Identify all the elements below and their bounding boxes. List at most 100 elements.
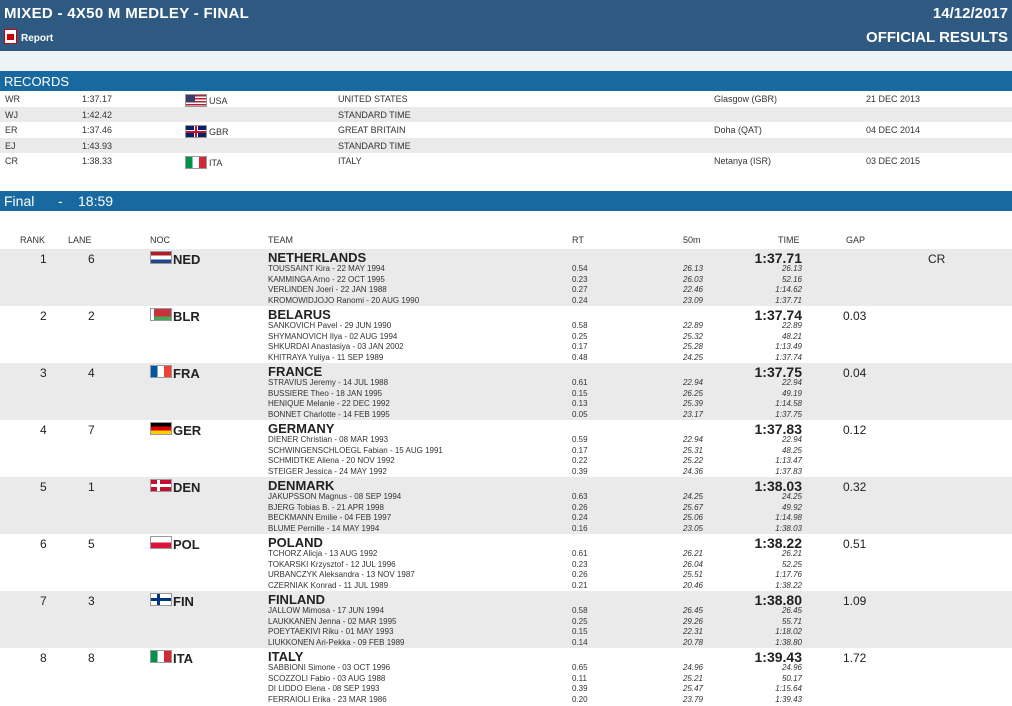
reaction-time: 0.65	[572, 663, 588, 672]
split-time: 25.67	[682, 502, 703, 512]
swimmer-name: SHYMANOVICH Ilya - 02 AUG 1994	[268, 331, 398, 341]
gap: 1.72	[843, 651, 867, 665]
lane: 5	[88, 537, 95, 551]
reaction-time: 0.26	[572, 570, 588, 579]
cumulative-time: 1:37.71	[775, 295, 802, 305]
reaction-time: 0.15	[572, 388, 588, 398]
cumulative-time: 1:14.98	[775, 513, 802, 522]
swimmer-name: BJERG Tobias B. - 21 APR 1998	[268, 502, 384, 512]
reaction-time: 0.27	[572, 285, 588, 294]
flag-ger	[150, 422, 172, 435]
rank: 7	[40, 594, 47, 608]
split-time: 20.46	[682, 580, 703, 590]
reaction-time: 0.16	[572, 523, 588, 533]
cumulative-time: 1:13.47	[775, 456, 802, 465]
record-code: WR	[5, 94, 20, 104]
cumulative-time: 55.71	[781, 616, 802, 626]
swimmer-name: SHKURDAI Anastasiya - 03 JAN 2002	[268, 342, 404, 351]
record-date: 04 DEC 2014	[866, 125, 921, 136]
swimmer-name: JAKUPSSON Magnus - 08 SEP 1994	[268, 492, 402, 501]
record-time: 1:38.33	[82, 156, 113, 167]
cumulative-time: 24.25	[781, 492, 802, 501]
reaction-time: 0.61	[572, 378, 588, 387]
team-name: FRANCE	[268, 364, 323, 379]
record-place: Glasgow (GBR)	[714, 94, 778, 104]
col-rank: RANK	[20, 235, 46, 245]
final-section-header: Final - 18:59	[0, 191, 1012, 211]
reaction-time: 0.17	[572, 445, 588, 455]
split-time: 20.78	[682, 637, 703, 647]
swimmer-name: SCOZZOLI Fabio - 03 AUG 1988	[268, 673, 386, 683]
record-team: STANDARD TIME	[338, 109, 411, 120]
reaction-time: 0.58	[572, 321, 588, 330]
swimmer-name: JALLOW Mimosa - 17 JUN 1994	[268, 606, 385, 615]
split-time: 25.22	[682, 456, 703, 465]
reaction-time: 0.39	[572, 466, 588, 476]
noc-code: GER	[173, 423, 202, 438]
final-title: Final	[4, 193, 35, 209]
report-link[interactable]: Report	[4, 29, 53, 44]
split-time: 26.03	[682, 274, 703, 284]
gap: 0.12	[843, 423, 867, 437]
cumulative-time: 22.89	[781, 321, 802, 330]
split-time: 22.89	[682, 321, 703, 330]
split-time: 25.31	[682, 445, 703, 455]
cumulative-time: 50.17	[781, 673, 802, 683]
team-name: ITALY	[268, 649, 304, 664]
reaction-time: 0.13	[572, 399, 588, 408]
cumulative-time: 1:13.49	[775, 342, 802, 351]
reaction-time: 0.15	[572, 627, 588, 636]
team-name: GERMANY	[268, 421, 335, 436]
record-team: STANDARD TIME	[338, 140, 411, 151]
lane: 4	[88, 366, 95, 380]
noc-code: NED	[173, 252, 201, 267]
reaction-time: 0.58	[572, 606, 588, 615]
result-row: 3 4 FRA FRANCE 1:37.75 0.04 STRAVIUS Jeremy - …	[0, 363, 1012, 420]
reaction-time: 0.14	[572, 637, 588, 647]
cumulative-time: 1:14.58	[775, 399, 802, 408]
swimmer-name: KROMOWIDJOJO Ranomi - 20 AUG 1990	[268, 295, 420, 305]
gap: 0.03	[843, 309, 867, 323]
noc-code: BLR	[173, 309, 200, 324]
split-time: 25.06	[682, 513, 703, 522]
team-name: NETHERLANDS	[268, 250, 367, 265]
noc-code: ITA	[173, 651, 193, 666]
record-noc: GBR	[209, 127, 229, 138]
record-row: WJ 1:42.42 STANDARD TIME	[0, 106, 1012, 123]
swimmer-name: TCHORZ Alicja - 13 AUG 1992	[268, 549, 378, 558]
record-noc: USA	[209, 96, 228, 106]
results-column-headers: RANK LANE NOC TEAM RT 50m TIME GAP	[0, 232, 1012, 248]
flag-fra	[150, 365, 172, 378]
split-time: 26.21	[682, 549, 703, 558]
rank: 5	[40, 480, 47, 494]
swimmer-name: LIUKKONEN Ari-Pekka - 09 FEB 1989	[268, 637, 405, 647]
reaction-time: 0.20	[572, 694, 588, 704]
reaction-time: 0.21	[572, 580, 588, 590]
record-code: ER	[5, 125, 18, 136]
swimmer-name: SCHMIDTKE Aliena - 20 NOV 1992	[268, 456, 395, 465]
record-place: Netanya (ISR)	[714, 156, 772, 167]
result-row: 6 5 POL POLAND 1:38.22 0.51 TCHORZ Alicja - 13…	[0, 534, 1012, 591]
split-time: 25.32	[682, 331, 703, 341]
split-time: 25.51	[682, 570, 703, 579]
lane: 1	[88, 480, 95, 494]
reaction-time: 0.48	[572, 352, 588, 362]
swimmer-name: KAMMINGA Arno - 22 OCT 1995	[268, 274, 385, 284]
reaction-time: 0.05	[572, 409, 588, 419]
swimmer-name: DI LIDDO Elena - 08 SEP 1993	[268, 684, 380, 693]
noc-code: DEN	[173, 480, 201, 495]
reaction-time: 0.11	[572, 673, 587, 683]
record-time: 1:37.46	[82, 125, 113, 136]
swimmer-name: STEIGER Jessica - 24 MAY 1992	[268, 466, 387, 476]
record-row: WR 1:37.17 UNITED STATES Glasgow (GBR) 21 DE…	[0, 91, 1012, 107]
cumulative-time: 22.94	[781, 435, 802, 444]
final-start-time: 18:59	[78, 193, 114, 209]
record-time: 1:43.93	[82, 140, 113, 151]
lane: 7	[88, 423, 95, 437]
record-time: 1:42.42	[82, 109, 113, 120]
cumulative-time: 1:38.03	[775, 523, 802, 533]
swimmer-name: STRAVIUS Jeremy - 14 JUL 1988	[268, 378, 389, 387]
record-team: ITALY	[338, 156, 362, 167]
rank: 1	[40, 252, 47, 266]
flag-den	[150, 479, 172, 492]
